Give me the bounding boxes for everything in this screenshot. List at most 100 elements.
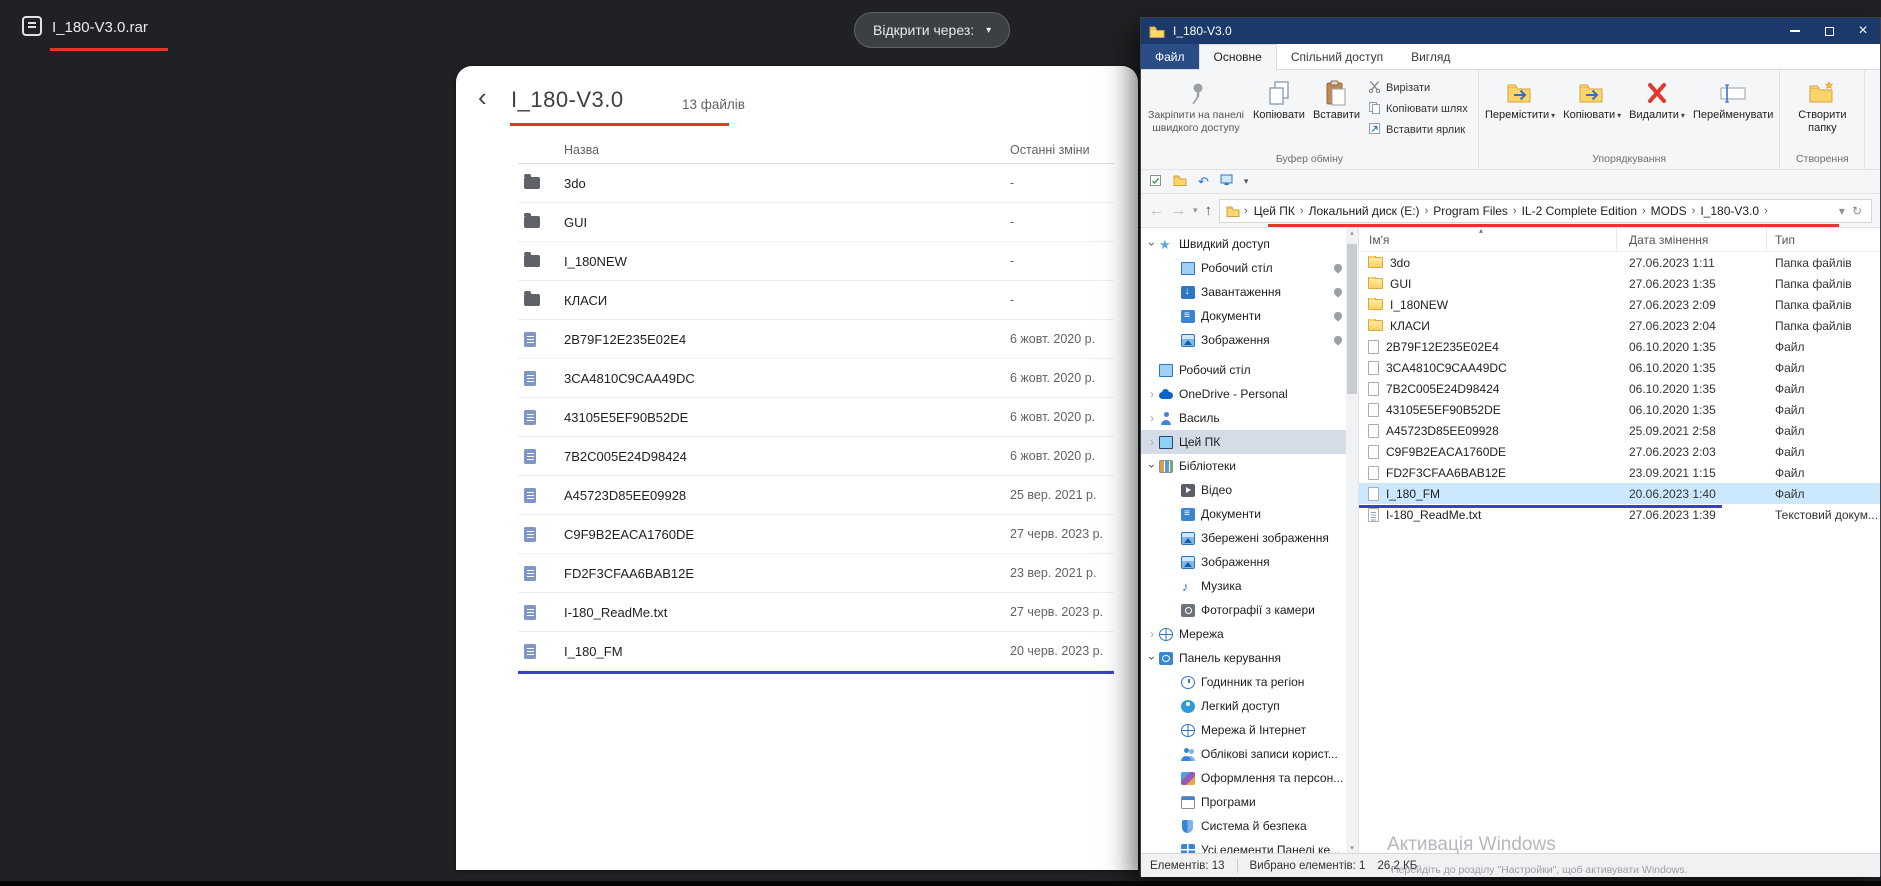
archive-file-row[interactable]: I_180NEW - xyxy=(518,242,1114,281)
nav-item[interactable]: Василь xyxy=(1141,406,1358,430)
file-row[interactable]: I-180_ReadMe.txt 27.06.2023 1:39 Текстов… xyxy=(1359,504,1880,525)
open-with-button[interactable]: Відкрити через: xyxy=(854,12,1011,48)
nav-item[interactable]: Музика xyxy=(1141,574,1358,598)
breadcrumb-segment[interactable]: Локальний диск (E:) xyxy=(1307,204,1422,218)
paste-button[interactable]: Вставити xyxy=(1309,72,1364,122)
tree-expand-arrow-icon[interactable] xyxy=(1145,459,1159,473)
archive-file-row[interactable]: I-180_ReadMe.txt 27 черв. 2023 р. xyxy=(518,593,1114,632)
breadcrumb-chevron-icon[interactable] xyxy=(1422,205,1432,217)
tree-expand-arrow-icon[interactable] xyxy=(1145,387,1159,401)
up-button[interactable] xyxy=(1205,202,1213,219)
scrollbar-down-arrow-icon[interactable] xyxy=(1346,844,1358,852)
nav-item[interactable]: Зображення xyxy=(1141,550,1358,574)
paste-shortcut-button[interactable]: Вставити ярлик xyxy=(1364,119,1476,140)
nav-item[interactable]: Зображення xyxy=(1141,328,1358,352)
nav-item[interactable]: Годинник та регіон xyxy=(1141,670,1358,694)
column-header-modified[interactable]: Останні зміни xyxy=(1010,143,1090,157)
nav-item[interactable]: Оформлення та персон... xyxy=(1141,766,1358,790)
file-row[interactable]: A45723D85EE09928 25.09.2021 2:58 Файл xyxy=(1359,420,1880,441)
pin-to-quick-access-button[interactable]: Закріпити на панелі швидкого доступу xyxy=(1143,72,1249,134)
archive-file-row[interactable]: C9F9B2EACA1760DE 27 черв. 2023 р. xyxy=(518,515,1114,554)
back-button[interactable] xyxy=(1149,202,1164,219)
tree-expand-arrow-icon[interactable] xyxy=(1145,627,1159,641)
qat-undo-icon[interactable] xyxy=(1198,174,1209,190)
column-header-name[interactable]: Назва xyxy=(564,143,599,157)
nav-scrollbar[interactable] xyxy=(1346,228,1358,853)
back-icon[interactable] xyxy=(478,84,487,110)
minimize-button[interactable] xyxy=(1778,18,1812,44)
copy-path-button[interactable]: Копіювати шлях xyxy=(1364,98,1476,119)
breadcrumb-segment[interactable]: Program Files xyxy=(1431,204,1510,218)
forward-button[interactable] xyxy=(1171,202,1186,219)
recent-locations-arrow-icon[interactable] xyxy=(1193,205,1198,216)
nav-item[interactable]: Система й безпека xyxy=(1141,814,1358,838)
file-row[interactable]: GUI 27.06.2023 1:35 Папка файлів xyxy=(1359,273,1880,294)
file-row[interactable]: 43105E5EF90B52DE 06.10.2020 1:35 Файл xyxy=(1359,399,1880,420)
breadcrumb-segment[interactable]: I_180-V3.0 xyxy=(1698,204,1761,218)
close-button[interactable] xyxy=(1846,18,1880,44)
nav-item[interactable]: Цей ПК xyxy=(1141,430,1358,454)
breadcrumb-chevron-icon[interactable] xyxy=(1510,205,1520,217)
file-row[interactable]: 3CA4810C9CAA49DC 06.10.2020 1:35 Файл xyxy=(1359,357,1880,378)
column-header-name[interactable]: Ім'я xyxy=(1359,228,1617,251)
rename-button[interactable]: Перейменувати xyxy=(1689,72,1777,122)
nav-item[interactable]: Бібліотеки xyxy=(1141,454,1358,478)
nav-item[interactable]: Панель керування xyxy=(1141,646,1358,670)
ribbon-tab[interactable]: Вигляд xyxy=(1397,44,1464,69)
archive-file-row[interactable]: КЛАСИ - xyxy=(518,281,1114,320)
tree-expand-arrow-icon[interactable] xyxy=(1145,435,1159,449)
copy-to-button[interactable]: Копіювати xyxy=(1559,72,1625,123)
nav-item[interactable]: Фотографії з камери xyxy=(1141,598,1358,622)
breadcrumb-chevron-icon[interactable] xyxy=(1761,205,1771,217)
nav-item[interactable]: Швидкий доступ xyxy=(1141,232,1358,256)
qat-view-icon[interactable] xyxy=(1220,174,1233,189)
qat-customize-arrow-icon[interactable] xyxy=(1244,176,1249,187)
refresh-icon[interactable] xyxy=(1849,204,1865,218)
file-row[interactable]: КЛАСИ 27.06.2023 2:04 Папка файлів xyxy=(1359,315,1880,336)
cut-button[interactable]: Виріз­ати xyxy=(1364,77,1476,98)
tree-expand-arrow-icon[interactable] xyxy=(1145,651,1159,665)
breadcrumb-chevron-icon[interactable] xyxy=(1639,205,1649,217)
file-row[interactable]: I_180NEW 27.06.2023 2:09 Папка файлів xyxy=(1359,294,1880,315)
ribbon-tab[interactable]: Основне xyxy=(1198,44,1277,70)
archive-file-row[interactable]: 3CA4810C9CAA49DC 6 жовт. 2020 р. xyxy=(518,359,1114,398)
tree-expand-arrow-icon[interactable] xyxy=(1145,411,1159,425)
nav-item[interactable]: Мережа й Інтернет xyxy=(1141,718,1358,742)
scrollbar-thumb[interactable] xyxy=(1347,244,1357,394)
nav-item[interactable]: Легкий доступ xyxy=(1141,694,1358,718)
nav-item[interactable]: Програми xyxy=(1141,790,1358,814)
move-to-button[interactable]: Перемістити xyxy=(1481,72,1559,123)
breadcrumb-segment[interactable]: IL-2 Complete Edition xyxy=(1520,204,1639,218)
breadcrumb-segment[interactable]: MODS xyxy=(1649,204,1689,218)
column-header-type[interactable]: Тип xyxy=(1767,228,1880,251)
maximize-button[interactable] xyxy=(1812,18,1846,44)
qat-properties-icon[interactable] xyxy=(1149,174,1162,190)
tree-expand-arrow-icon[interactable] xyxy=(1145,237,1159,251)
window-titlebar[interactable]: I_180-V3.0 xyxy=(1141,18,1880,44)
nav-item[interactable]: Документи xyxy=(1141,502,1358,526)
archive-file-row[interactable]: 7B2C005E24D98424 6 жовт. 2020 р. xyxy=(518,437,1114,476)
delete-button[interactable]: Видалити xyxy=(1625,72,1689,123)
nav-item[interactable]: Збережені зображення xyxy=(1141,526,1358,550)
archive-file-row[interactable]: A45723D85EE09928 25 вер. 2021 р. xyxy=(518,476,1114,515)
new-folder-button[interactable]: Створити папку xyxy=(1782,72,1862,134)
nav-item[interactable]: Документи xyxy=(1141,304,1358,328)
qat-new-folder-icon[interactable] xyxy=(1173,174,1187,189)
nav-item[interactable]: Робочий стіл xyxy=(1141,256,1358,280)
breadcrumb-chevron-icon[interactable] xyxy=(1689,205,1699,217)
archive-file-row[interactable]: FD2F3CFAA6BAB12E 23 вер. 2021 р. xyxy=(518,554,1114,593)
archive-file-row[interactable]: GUI - xyxy=(518,203,1114,242)
breadcrumb-chevron-icon[interactable] xyxy=(1241,205,1251,217)
nav-item[interactable]: Завантаження xyxy=(1141,280,1358,304)
file-row[interactable]: I_180_FM 20.06.2023 1:40 Файл xyxy=(1359,483,1880,504)
column-header-date[interactable]: Дата змінення xyxy=(1617,228,1767,251)
breadcrumb-segment[interactable]: Цей ПК xyxy=(1252,204,1297,218)
archive-file-row[interactable]: 43105E5EF90B52DE 6 жовт. 2020 р. xyxy=(518,398,1114,437)
ribbon-tab[interactable]: Спільний доступ xyxy=(1277,44,1397,69)
archive-file-row[interactable]: 2B79F12E235E02E4 6 жовт. 2020 р. xyxy=(518,320,1114,359)
address-bar[interactable]: Цей ПК Локальний диск (E:) Program Files… xyxy=(1219,198,1872,223)
nav-item[interactable]: Усі елементи Панелі ке... xyxy=(1141,838,1358,853)
archive-file-row[interactable]: I_180_FM 20 черв. 2023 р. xyxy=(518,632,1114,671)
breadcrumb-chevron-icon[interactable] xyxy=(1297,205,1307,217)
file-row[interactable]: 2B79F12E235E02E4 06.10.2020 1:35 Файл xyxy=(1359,336,1880,357)
